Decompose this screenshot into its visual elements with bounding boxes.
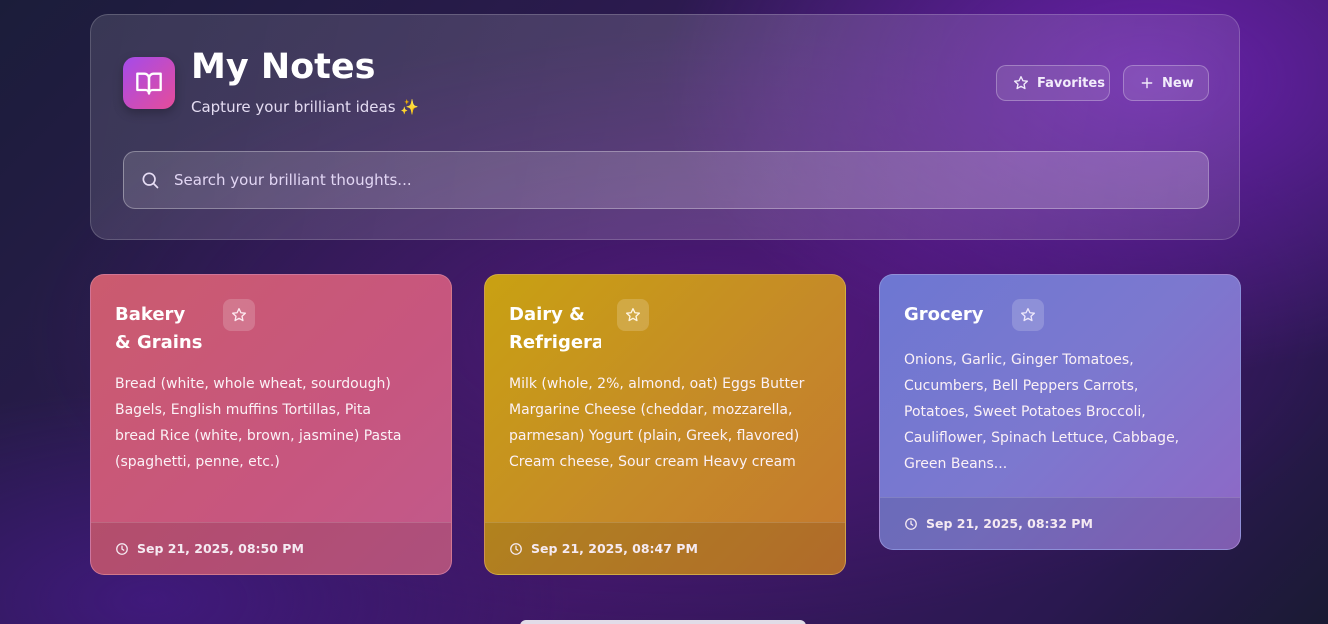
clock-icon xyxy=(904,517,918,531)
note-title: Grocery xyxy=(904,304,984,325)
favorite-toggle-button[interactable] xyxy=(223,299,255,331)
new-note-button[interactable]: New xyxy=(1123,65,1209,101)
new-label: New xyxy=(1162,75,1194,91)
star-icon xyxy=(1013,75,1029,91)
note-timestamp: Sep 21, 2025, 08:32 PM xyxy=(926,516,1093,531)
favorite-toggle-button[interactable] xyxy=(1012,299,1044,331)
note-body: Milk (whole, 2%, almond, oat) Eggs Butte… xyxy=(509,376,805,470)
note-body: Bread (white, whole wheat, sourdough) Ba… xyxy=(115,376,402,470)
note-footer: Sep 21, 2025, 08:50 PM xyxy=(91,522,451,574)
clock-icon xyxy=(115,542,129,556)
note-footer: Sep 21, 2025, 08:47 PM xyxy=(485,522,845,574)
plus-icon xyxy=(1140,76,1154,90)
bottom-panel-edge xyxy=(520,620,806,624)
page-subtitle: Capture your brilliant ideas ✨ xyxy=(191,98,419,116)
note-timestamp: Sep 21, 2025, 08:47 PM xyxy=(531,541,698,556)
note-card[interactable]: Grocery Onions, Garlic, Ginger Tomatoes,… xyxy=(879,274,1241,550)
note-card[interactable]: Dairy & Refrigerated Milk (whole, 2%, al… xyxy=(484,274,846,575)
favorite-toggle-button[interactable] xyxy=(617,299,649,331)
star-icon xyxy=(1020,307,1036,323)
note-body: Onions, Garlic, Ginger Tomatoes, Cucumbe… xyxy=(904,352,1180,472)
note-timestamp: Sep 21, 2025, 08:50 PM xyxy=(137,541,304,556)
note-footer: Sep 21, 2025, 08:32 PM xyxy=(880,497,1240,549)
note-title: Dairy & Refrigerated xyxy=(509,304,601,353)
page-title: My Notes xyxy=(191,47,376,87)
book-open-icon xyxy=(123,57,175,109)
search-box xyxy=(123,151,1209,209)
header-panel: My Notes Capture your brilliant ideas ✨ … xyxy=(90,14,1240,240)
star-icon xyxy=(231,307,247,323)
favorites-label: Favorites xyxy=(1037,75,1105,91)
note-title: Bakery & Grains xyxy=(115,304,203,353)
clock-icon xyxy=(509,542,523,556)
star-icon xyxy=(625,307,641,323)
favorites-button[interactable]: Favorites xyxy=(996,65,1110,101)
note-card[interactable]: Bakery & Grains Bread (white, whole whea… xyxy=(90,274,452,575)
search-icon xyxy=(140,170,160,190)
search-input[interactable] xyxy=(172,170,1192,190)
